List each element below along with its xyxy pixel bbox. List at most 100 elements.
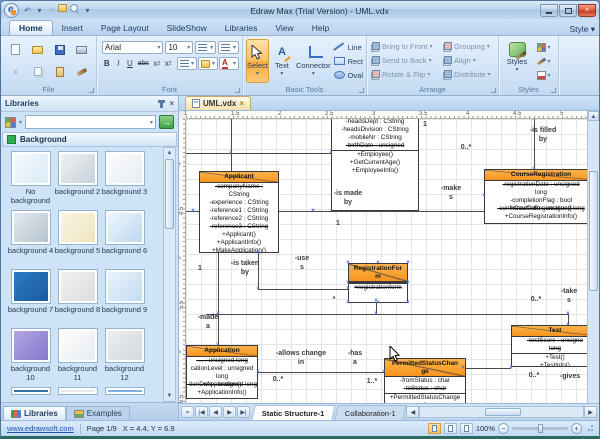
pin-icon[interactable] [160,100,163,108]
sheet-menu-button[interactable]: = [181,406,194,418]
font-family-select[interactable]: Arial▾ [102,41,163,54]
selection-handle[interactable]: × [346,280,350,286]
hscroll-right-icon[interactable]: ▶ [584,406,597,418]
line-style-button[interactable]: ▾ [534,55,554,68]
class-test[interactable]: Test-testScore : unsignelong+Test()+Test… [511,325,587,367]
redo-button[interactable]: ↷ [46,4,57,17]
line-tool-button[interactable]: Line [334,41,363,53]
selection-handle[interactable]: × [256,286,260,292]
tab-page-layout[interactable]: Page Layout [92,21,158,35]
distribute-button[interactable]: Distribute▾ [442,68,492,81]
close-button[interactable]: × [578,4,596,17]
subscript-button[interactable]: x2 [152,57,162,70]
select-tool-button[interactable]: Select▾ [246,39,269,83]
selection-handle[interactable]: × [421,119,425,122]
hscroll-left-icon[interactable]: ◀ [406,406,419,418]
tab-home[interactable]: Home [9,20,53,35]
copy-button[interactable] [27,61,48,82]
selection-handle[interactable]: × [229,150,233,156]
new-button[interactable] [5,39,26,60]
print-button[interactable] [71,39,92,60]
selection-handle[interactable]: × [406,300,410,306]
library-palette-dropdown[interactable]: ▾ [19,119,22,126]
paste-button[interactable] [49,61,70,82]
sheet-tab-collaboration-1[interactable]: Collaboration-1 [334,405,406,420]
tab-insert[interactable]: Insert [53,21,92,35]
sheet-prev-button[interactable]: ◀ [209,406,222,418]
selection-handle[interactable]: × [216,311,220,317]
align-button[interactable]: Align▾ [442,54,477,67]
zoom-slider[interactable] [512,427,568,430]
selection-handle[interactable]: × [346,260,350,266]
selection-handle[interactable]: × [191,208,195,214]
tab-libraries[interactable]: Libraries [216,21,267,35]
selection-handle[interactable]: × [482,193,486,199]
class-application[interactable]: Application-... : unsigned longcationLev… [186,345,258,399]
class-course-registration[interactable]: CourseRegistration-registrationDate : un… [484,169,587,224]
font-dialog-launcher[interactable] [235,88,240,93]
document-tab[interactable]: UML.vdx × [185,96,251,110]
library-item[interactable]: background 3 [101,149,148,208]
panel-close-icon[interactable]: × [169,99,174,108]
open-button[interactable] [27,39,48,60]
library-item[interactable]: background 7 [7,267,54,326]
fill-color-button[interactable]: ▾ [534,69,554,82]
send-to-back-button[interactable]: Send to Back▾ [370,54,440,67]
selection-handle[interactable]: × [256,369,260,375]
basic-tools-dialog-launcher[interactable] [359,88,364,93]
selection-handle[interactable]: × [532,119,536,122]
sheet-first-button[interactable]: |◀ [195,406,208,418]
selection-handle[interactable]: × [216,342,220,348]
selection-handle[interactable]: × [566,311,570,317]
canvas-vscroll-thumb[interactable] [589,171,598,291]
cut-button[interactable]: × [5,61,26,82]
undo-button[interactable]: ↶ [22,4,33,17]
highlight-color-dropdown[interactable]: ▾ [198,57,218,70]
tab-slideshow[interactable]: SlideShow [158,21,216,35]
underline-button[interactable]: U [125,57,135,70]
zoom-slider-thumb[interactable] [538,424,543,433]
selection-handle[interactable]: × [256,250,260,256]
bullets-dropdown[interactable]: ▾ [218,41,239,54]
selection-handle[interactable]: × [509,365,513,371]
theme-colors-button[interactable]: ▾ [534,41,554,54]
library-search-input[interactable] [26,118,150,127]
rect-tool-button[interactable]: Rect [334,55,363,67]
selection-handle[interactable]: × [461,365,465,371]
library-item[interactable]: background 8 [54,267,101,326]
line-spacing-dropdown[interactable]: ▾ [177,57,197,70]
library-item[interactable]: background 6 [101,208,148,267]
edrawsoft-link[interactable]: www.edrawsoft.com [7,424,74,433]
canvas-horizontal-scrollbar[interactable] [419,406,584,418]
class-registration-form[interactable]: RegistrationFor m +registrationform [348,263,408,303]
file-dialog-launcher[interactable] [89,88,94,93]
library-item[interactable]: background 11 [54,326,101,385]
library-item-partial[interactable] [101,385,148,395]
selection-handle[interactable]: × [376,260,380,266]
document-close-icon[interactable]: × [239,99,244,108]
tab-view[interactable]: View [266,21,302,35]
canvas-vertical-scrollbar[interactable]: ▲ [587,111,599,403]
sheet-next-button[interactable]: ▶ [223,406,236,418]
panel-tab-libraries[interactable]: Libraries [3,406,66,420]
selection-handle[interactable]: × [406,280,410,286]
restore-button[interactable] [559,4,577,17]
canvas-scroll-up-icon[interactable]: ▲ [588,111,599,121]
tab-help[interactable]: Help [303,21,338,35]
selection-handle[interactable]: × [382,369,386,375]
superscript-button[interactable]: x2 [163,57,173,70]
selection-handle[interactable]: × [346,286,350,292]
style-menu[interactable]: Style ▾ [569,24,595,35]
bold-button[interactable]: B [102,57,112,70]
selection-handle[interactable]: × [374,311,378,317]
bring-to-front-button[interactable]: Bring to Front▾ [370,40,440,53]
normal-view-button[interactable] [428,423,441,434]
class-applicant[interactable]: Applicant-companyName :CString-experienc… [199,171,279,253]
selection-handle[interactable]: × [566,322,570,328]
selection-handle[interactable]: × [346,300,350,306]
library-item[interactable]: background 10 [7,326,54,385]
styles-button[interactable]: Styles▾ [502,39,532,83]
oval-tool-button[interactable]: Oval [334,69,363,81]
selection-handle[interactable]: × [376,300,380,306]
library-item[interactable]: background 4 [7,208,54,267]
